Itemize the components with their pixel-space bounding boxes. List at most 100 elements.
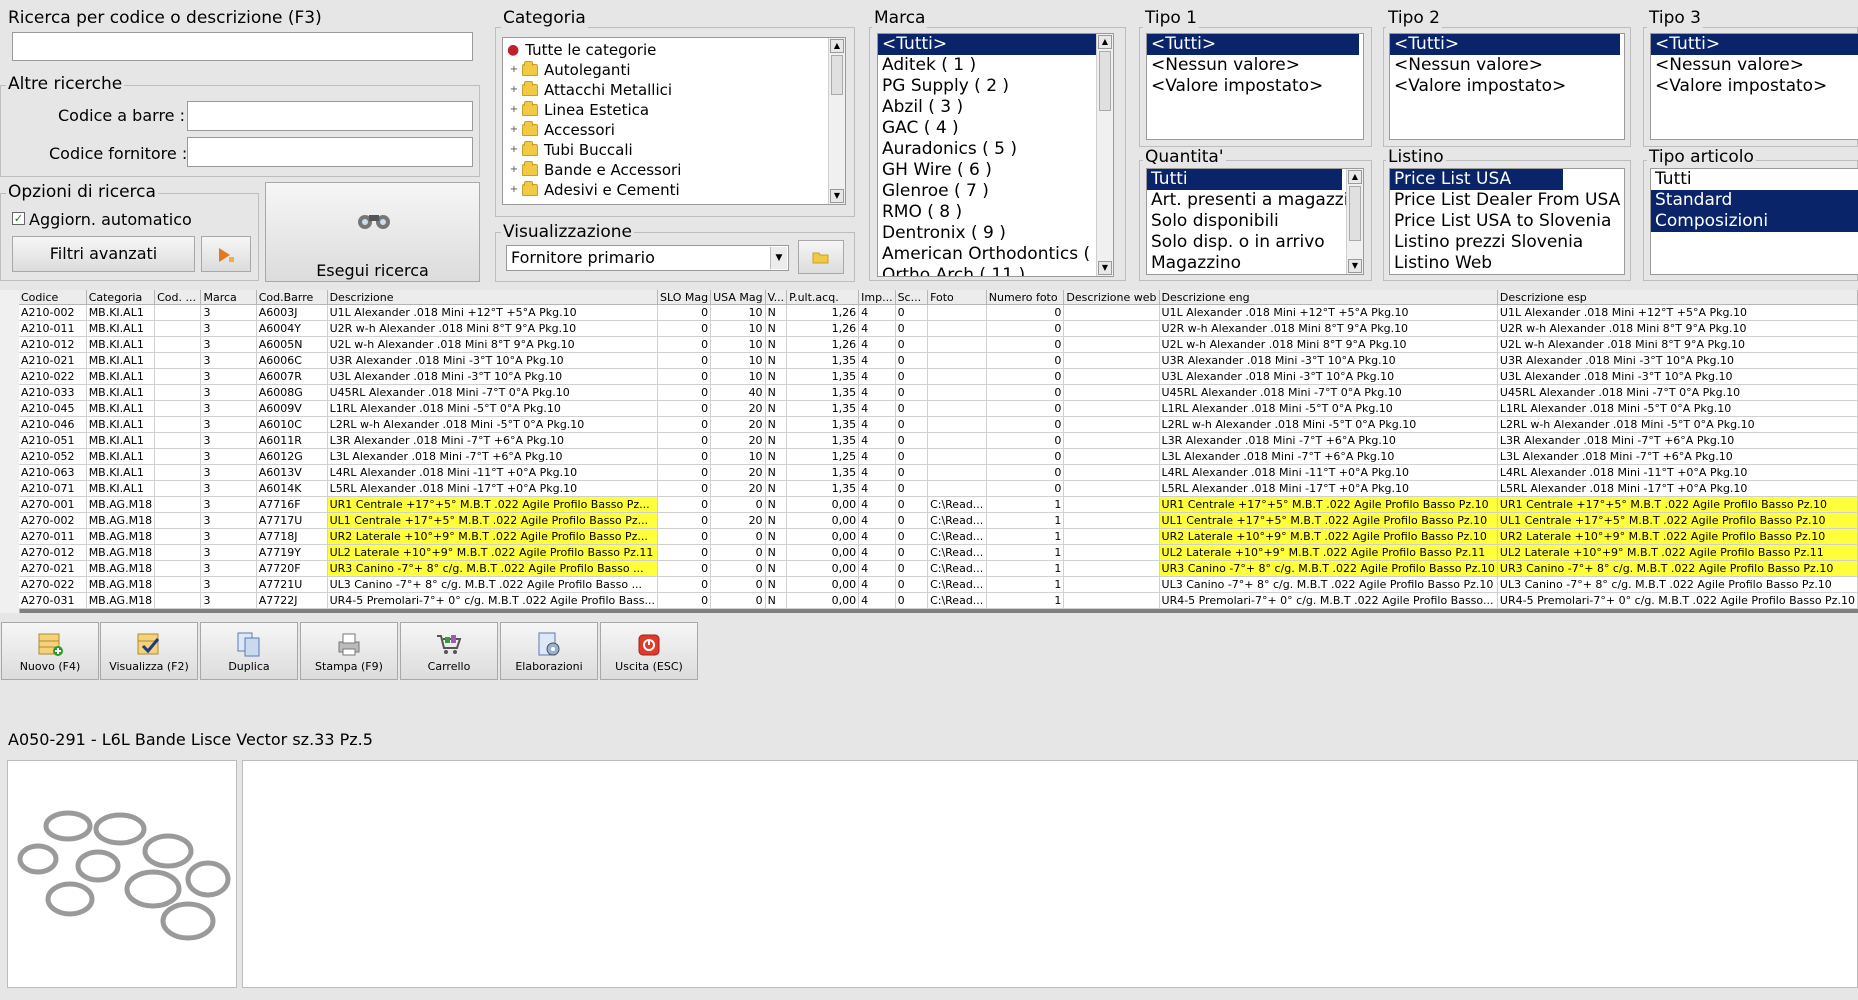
list-item[interactable]: <Nessun valore>: [1147, 55, 1363, 76]
list-item[interactable]: Dentronix ( 9 ): [878, 223, 1113, 244]
column-header[interactable]: USA Mag: [710, 290, 766, 305]
column-header[interactable]: Descrizione web: [1063, 290, 1160, 305]
list-item[interactable]: Price List USA: [1390, 169, 1563, 190]
table-row[interactable]: A210-071 MB.KI.AL1 3 A6014K L5RL Alexander .…: [19, 480, 1858, 497]
tree-item-all[interactable]: ● Tutte le categorie: [503, 40, 845, 60]
scroll-up-icon[interactable]: ▲: [1098, 35, 1112, 49]
table-row[interactable]: A210-051 MB.KI.AL1 3 A6011R L3R Alexander .0…: [19, 432, 1858, 449]
column-header[interactable]: Cod. ...: [154, 290, 202, 305]
column-header[interactable]: Descrizione: [327, 290, 658, 305]
tree-item-category[interactable]: + Adesivi e Cementi: [503, 180, 845, 200]
list-item[interactable]: Listino Web: [1390, 253, 1624, 274]
table-row[interactable]: A210-046 MB.KI.AL1 3 A6010C L2RL w-h Alexand…: [19, 416, 1858, 433]
tree-item-category[interactable]: + Tubi Buccali: [503, 140, 845, 160]
table-row[interactable]: A270-031 MB.AG.M18 3 A7722J UR4-5 Premolari-…: [19, 592, 1858, 609]
column-header[interactable]: Codice: [19, 290, 87, 305]
list-item[interactable]: Price List Dealer From USA: [1390, 190, 1624, 211]
column-header[interactable]: Descrizione esp: [1497, 290, 1858, 305]
duplica-button[interactable]: Duplica: [200, 622, 298, 680]
marca-scrollbar[interactable]: ▲ ▼: [1096, 34, 1113, 276]
table-row[interactable]: A210-002 MB.KI.AL1 3 A6003J U1L Alexander .0…: [19, 304, 1858, 321]
tipo3-list[interactable]: <Tutti> <Nessun valore> <Valore impostat…: [1650, 33, 1858, 140]
scroll-thumb[interactable]: [1099, 51, 1111, 111]
list-item[interactable]: Standard: [1651, 190, 1858, 211]
tipo2-list[interactable]: <Tutti> <Nessun valore> <Valore impostat…: [1389, 33, 1625, 140]
list-item[interactable]: Listino prezzi Slovenia: [1390, 232, 1624, 253]
expand-icon[interactable]: +: [509, 160, 519, 180]
table-row[interactable]: A270-022 MB.AG.M18 3 A7721U UL3 Canino -7°+ …: [19, 576, 1858, 593]
articles-grid[interactable]: Codice Categoria Cod. ... Marca Cod.Barre Des…: [0, 290, 1858, 613]
list-item[interactable]: <Nessun valore>: [1390, 55, 1624, 76]
scroll-up-icon[interactable]: ▲: [830, 39, 844, 53]
table-row[interactable]: A210-052 MB.KI.AL1 3 A6012G L3L Alexander .0…: [19, 448, 1858, 465]
list-item[interactable]: Auradonics ( 5 ): [878, 139, 1113, 160]
list-item[interactable]: American Orthodontics ( 10 ): [878, 244, 1113, 265]
chevron-down-icon[interactable]: ▼: [770, 247, 787, 269]
filter-action-button[interactable]: [201, 236, 251, 272]
visualizzazione-select[interactable]: Fornitore primario ▼: [506, 245, 789, 271]
list-item[interactable]: Art. presenti a magazzino: [1147, 190, 1363, 211]
quantita-scrollbar[interactable]: ▲ ▼: [1346, 169, 1363, 274]
category-scrollbar[interactable]: ▲ ▼: [828, 38, 845, 204]
table-row[interactable]: A210-011 MB.KI.AL1 3 A6004Y U2R w-h Alexande…: [19, 320, 1858, 337]
barcode-input[interactable]: [187, 101, 473, 131]
table-row[interactable]: A270-002 MB.AG.M18 3 A7717U UL1 Centrale +17…: [19, 512, 1858, 529]
tree-item-category[interactable]: + Autoleganti: [503, 60, 845, 80]
column-header[interactable]: Numero foto: [986, 290, 1065, 305]
column-header[interactable]: Cod.Barre: [256, 290, 328, 305]
list-item[interactable]: <Tutti>: [1390, 34, 1620, 55]
carrello-button[interactable]: Carrello: [400, 622, 498, 680]
nuovo-button[interactable]: Nuovo (F4): [1, 622, 99, 680]
table-row[interactable]: A270-011 MB.AG.M18 3 A7718J UR2 Laterale +10…: [19, 528, 1858, 545]
scroll-down-icon[interactable]: ▼: [1348, 259, 1362, 273]
list-item[interactable]: <Valore impostato>: [1390, 76, 1624, 97]
column-header[interactable]: Categoria: [86, 290, 156, 305]
column-header[interactable]: Marca: [200, 290, 257, 305]
supplier-code-input[interactable]: [187, 137, 473, 167]
quantita-list[interactable]: Tutti Art. presenti a magazzino Solo dis…: [1146, 168, 1364, 275]
list-item[interactable]: Solo disp. o in arrivo: [1147, 232, 1363, 253]
folder-open-button[interactable]: [798, 240, 844, 274]
category-tree[interactable]: ● Tutte le categorie + Autoleganti + Attacc…: [502, 37, 846, 205]
list-item[interactable]: Abzil ( 3 ): [878, 97, 1113, 118]
expand-icon[interactable]: +: [509, 120, 519, 140]
list-item[interactable]: Tutti: [1651, 169, 1858, 190]
list-item[interactable]: <Valore impostato>: [1147, 76, 1363, 97]
tree-item-category[interactable]: + Accessori: [503, 120, 845, 140]
detail-notes-area[interactable]: [242, 760, 1858, 988]
list-item[interactable]: <Tutti>: [878, 34, 1096, 55]
elaborazioni-button[interactable]: Elaborazioni: [500, 622, 598, 680]
table-row[interactable]: A210-045 MB.KI.AL1 3 A6009V L1RL Alexander .…: [19, 400, 1858, 417]
list-item[interactable]: <Nessun valore>: [1651, 55, 1858, 76]
expand-icon[interactable]: +: [509, 60, 519, 80]
tree-item-category[interactable]: + Bande e Accessori: [503, 160, 845, 180]
table-row[interactable]: A210-021 MB.KI.AL1 3 A6006C U3R Alexander .0…: [19, 352, 1858, 369]
list-item[interactable]: Tutti: [1147, 169, 1342, 190]
tipo1-list[interactable]: <Tutti> <Nessun valore> <Valore impostat…: [1146, 33, 1364, 140]
scroll-up-icon[interactable]: ▲: [1348, 170, 1362, 184]
scroll-thumb[interactable]: [1349, 186, 1361, 241]
listino-list[interactable]: Price List USA Price List Dealer From US…: [1389, 168, 1625, 275]
auto-update-checkbox[interactable]: ✓: [12, 212, 25, 225]
expand-icon[interactable]: +: [509, 100, 519, 120]
tipoart-list[interactable]: Tutti Standard Composizioni: [1650, 168, 1858, 275]
list-item[interactable]: <Tutti>: [1651, 34, 1858, 55]
uscita-button[interactable]: Uscita (ESC): [600, 622, 698, 680]
table-row[interactable]: A210-063 MB.KI.AL1 3 A6013V L4RL Alexander .…: [19, 464, 1858, 481]
column-header[interactable]: Imp...: [858, 290, 896, 305]
column-header[interactable]: V...: [765, 290, 788, 305]
list-item[interactable]: Price List USA to Slovenia: [1390, 211, 1624, 232]
table-row[interactable]: A210-012 MB.KI.AL1 3 A6005N U2L w-h Alexande…: [19, 336, 1858, 353]
table-row[interactable]: A270-021 MB.AG.M18 3 A7720F UR3 Canino -7°+ …: [19, 560, 1858, 577]
expand-icon[interactable]: +: [509, 80, 519, 100]
column-header[interactable]: SLO Mag: [657, 290, 712, 305]
list-item[interactable]: <Tutti>: [1147, 34, 1359, 55]
list-item[interactable]: GH Wire ( 6 ): [878, 160, 1113, 181]
list-item[interactable]: Composizioni: [1651, 211, 1858, 232]
table-row[interactable]: A210-022 MB.KI.AL1 3 A6007R U3L Alexander .0…: [19, 368, 1858, 385]
table-row[interactable]: A270-012 MB.AG.M18 3 A7719Y UL2 Laterale +10…: [19, 544, 1858, 561]
visualizza-button[interactable]: Visualizza (F2): [100, 622, 198, 680]
tree-item-category[interactable]: + Linea Estetica: [503, 100, 845, 120]
table-row[interactable]: A210-033 MB.KI.AL1 3 A6008G U45RL Alexander …: [19, 384, 1858, 401]
list-item[interactable]: Glenroe ( 7 ): [878, 181, 1113, 202]
